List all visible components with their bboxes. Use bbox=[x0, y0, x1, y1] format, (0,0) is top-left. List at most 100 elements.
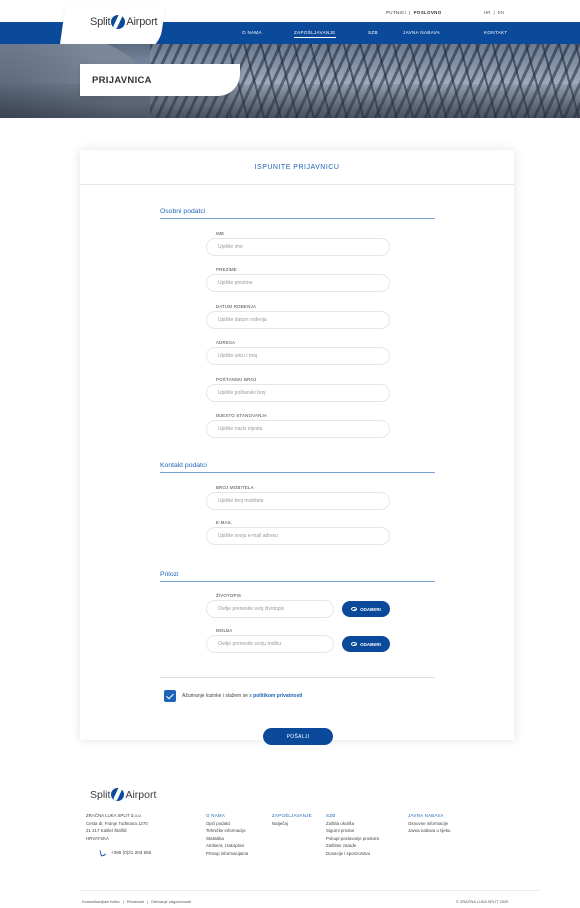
language-switch: HR | EN bbox=[484, 10, 504, 15]
input-email[interactable]: Upišite svoju e-mail adresu bbox=[206, 527, 390, 545]
label-mjesto-stanovanja: MJESTO STANOVANJA bbox=[216, 413, 267, 418]
footer-link[interactable]: Pristup informacijama bbox=[206, 850, 248, 858]
footer-address: ZRAČNA LUKA SPLIT d.o.o. Cesta dr. Franj… bbox=[86, 813, 148, 841]
section-divider bbox=[160, 218, 435, 219]
input-adresa[interactable]: Upišite ulicu i broj bbox=[206, 347, 390, 365]
footer-column-heading[interactable]: SZB bbox=[326, 812, 379, 820]
placeholder: Upišite broj mobitela bbox=[218, 498, 264, 504]
label-postanski-broj: POŠTANSKI BROJ bbox=[216, 377, 257, 382]
footer-link[interactable]: Opći podatci bbox=[206, 820, 248, 828]
placeholder: Upišite svoju e-mail adresu bbox=[218, 533, 279, 539]
input-prezime[interactable]: Upišite prezime bbox=[206, 274, 390, 292]
footer-link[interactable]: Ambient, zrakoplovi bbox=[206, 842, 248, 850]
footer-link[interactable]: Pokupi poslovanje prostora bbox=[326, 835, 379, 843]
label-zivotopis: ŽIVOTOPIS bbox=[216, 593, 242, 598]
submit-button[interactable]: POŠALJI bbox=[263, 728, 333, 745]
nav-item-o-nama[interactable]: O NAMA bbox=[242, 30, 262, 35]
placeholder: Upišite ime bbox=[218, 244, 243, 250]
application-form-card: ISPUNITE PRIJAVNICU Osobni podatci IME U… bbox=[80, 150, 514, 740]
label-ime: IME bbox=[216, 231, 225, 236]
link-putnici[interactable]: PUTNICI bbox=[386, 10, 406, 15]
label-molba: MOLBA bbox=[216, 628, 233, 633]
logo-text-airport: Airport bbox=[126, 16, 158, 28]
input-mjesto-stanovanja[interactable]: Upišite naziv mjesta bbox=[206, 420, 390, 438]
divider bbox=[80, 890, 540, 891]
placeholder: Upišite prezime bbox=[218, 280, 253, 286]
nav-item-szb[interactable]: SZB bbox=[368, 30, 378, 35]
footer-column-heading[interactable]: O NAMA bbox=[206, 812, 248, 820]
privacy-consent-text: Ažuriranje lozinke i slažem se s politik… bbox=[182, 693, 303, 699]
logo-mark-icon bbox=[111, 15, 126, 29]
legal-link[interactable]: Odricanje odgovornosti bbox=[151, 899, 191, 904]
section-title-personal: Osobni podatci bbox=[160, 208, 206, 215]
footer-column-szb: SZB Zaštita okoliša Sigurni prostor Poku… bbox=[326, 812, 379, 858]
page-title-box: PRIJAVNICA bbox=[80, 64, 240, 96]
link-poslovno[interactable]: POSLOVNO bbox=[414, 10, 442, 15]
privacy-policy-link[interactable]: politikom privatnosti bbox=[253, 693, 302, 699]
footer-phone[interactable]: +385 (0)21 203 555 bbox=[99, 848, 151, 857]
footer-link[interactable]: Sigurni prostor bbox=[326, 827, 379, 835]
footer-column-javna-nabava: JAVNA NABAVA Osnovne informacije Javna n… bbox=[408, 812, 450, 835]
nav-item-kontakt[interactable]: KONTAKT bbox=[484, 30, 507, 35]
footer-link[interactable]: Zaštitne zarade bbox=[326, 842, 379, 850]
footer-link[interactable]: Statistika bbox=[206, 835, 248, 843]
label-adresa: ADRESA bbox=[216, 340, 236, 345]
legal-link[interactable]: Privatnost bbox=[127, 899, 144, 904]
site-logo[interactable]: Split Airport bbox=[90, 15, 158, 29]
eye-icon bbox=[351, 607, 358, 611]
label-datum-rodenja: DATUM ROĐENJA bbox=[216, 304, 257, 309]
audience-switch: PUTNICI | POSLOVNO bbox=[386, 10, 442, 15]
footer-link[interactable]: Javna nabava u tijeku bbox=[408, 827, 450, 835]
eye-icon bbox=[351, 642, 358, 646]
footer-link[interactable]: Zaštita okoliša bbox=[326, 820, 379, 828]
footer-logo[interactable]: Split Airport bbox=[90, 788, 156, 801]
placeholder: Upišite datum rođenja bbox=[218, 317, 267, 323]
submit-button-label: POŠALJI bbox=[286, 733, 310, 740]
input-zivotopis-file[interactable]: Ovdje prenesite svoj životopis bbox=[206, 600, 334, 618]
pick-button-label: ODABERI bbox=[360, 606, 381, 612]
form-title: ISPUNITE PRIJAVNICU bbox=[254, 164, 340, 171]
footer-link[interactable]: Tehničke informacije bbox=[206, 827, 248, 835]
divider bbox=[80, 184, 514, 185]
placeholder: Upišite ulicu i broj bbox=[218, 353, 258, 359]
nav-item-javna-nabava[interactable]: JAVNA NABAVA bbox=[403, 30, 440, 35]
input-molba-file[interactable]: Ovdje prenesite svoju molbu bbox=[206, 635, 334, 653]
placeholder: Upišite naziv mjesta bbox=[218, 426, 263, 432]
pick-button-label: ODABERI bbox=[360, 641, 381, 647]
footer-column-heading[interactable]: ZAPOŠLJAVANJE bbox=[272, 812, 312, 820]
section-divider bbox=[160, 581, 435, 582]
placeholder: Ovdje prenesite svoj životopis bbox=[218, 606, 285, 612]
footer-column-heading[interactable]: JAVNA NABAVA bbox=[408, 812, 450, 820]
divider bbox=[160, 677, 435, 678]
pick-molba-button[interactable]: ODABERI bbox=[342, 636, 390, 652]
legal-links: Komunikacijske tvrtke | Privatnost | Odr… bbox=[82, 899, 191, 904]
pick-zivotopis-button[interactable]: ODABERI bbox=[342, 601, 390, 617]
placeholder: Upišite poštanski broj bbox=[218, 390, 266, 396]
phone-icon bbox=[99, 848, 108, 857]
legal-link[interactable]: Komunikacijske tvrtke bbox=[82, 899, 120, 904]
section-title-contact: Kontakt podatci bbox=[160, 462, 207, 469]
label-prezime: PREZIME bbox=[216, 267, 237, 272]
logo-text-split: Split bbox=[90, 16, 111, 28]
input-postanski-broj[interactable]: Upišite poštanski broj bbox=[206, 384, 390, 402]
privacy-consent-checkbox[interactable] bbox=[164, 690, 176, 702]
label-broj-mobitela: BROJ MOBITELA bbox=[216, 485, 254, 490]
lang-hr[interactable]: HR bbox=[484, 10, 491, 15]
footer-link[interactable]: Donacije i sponzorstvo bbox=[326, 850, 379, 858]
placeholder: Ovdje prenesite svoju molbu bbox=[218, 641, 282, 647]
nav-item-zaposljavanje[interactable]: ZAPOŠLJAVANJE bbox=[294, 30, 336, 38]
input-ime[interactable]: Upišite ime bbox=[206, 238, 390, 256]
input-datum-rodenja[interactable]: Upišite datum rođenja bbox=[206, 311, 390, 329]
copyright: © ZRAČNA LUKA SPLIT 2020 bbox=[456, 899, 509, 904]
section-title-attachments: Prilozi bbox=[160, 571, 179, 578]
footer-column-zaposljavanje: ZAPOŠLJAVANJE Natječaj bbox=[272, 812, 312, 827]
page-title: PRIJAVNICA bbox=[92, 75, 152, 86]
label-email: E-MAIL bbox=[216, 520, 232, 525]
lang-en[interactable]: EN bbox=[498, 10, 504, 15]
separator: | bbox=[409, 10, 411, 15]
footer-link[interactable]: Osnovne informacije bbox=[408, 820, 450, 828]
footer-link[interactable]: Natječaj bbox=[272, 820, 312, 828]
input-broj-mobitela[interactable]: Upišite broj mobitela bbox=[206, 492, 390, 510]
logo-mark-icon bbox=[111, 788, 125, 801]
footer-column-o-nama: O NAMA Opći podatci Tehničke informacije… bbox=[206, 812, 248, 858]
